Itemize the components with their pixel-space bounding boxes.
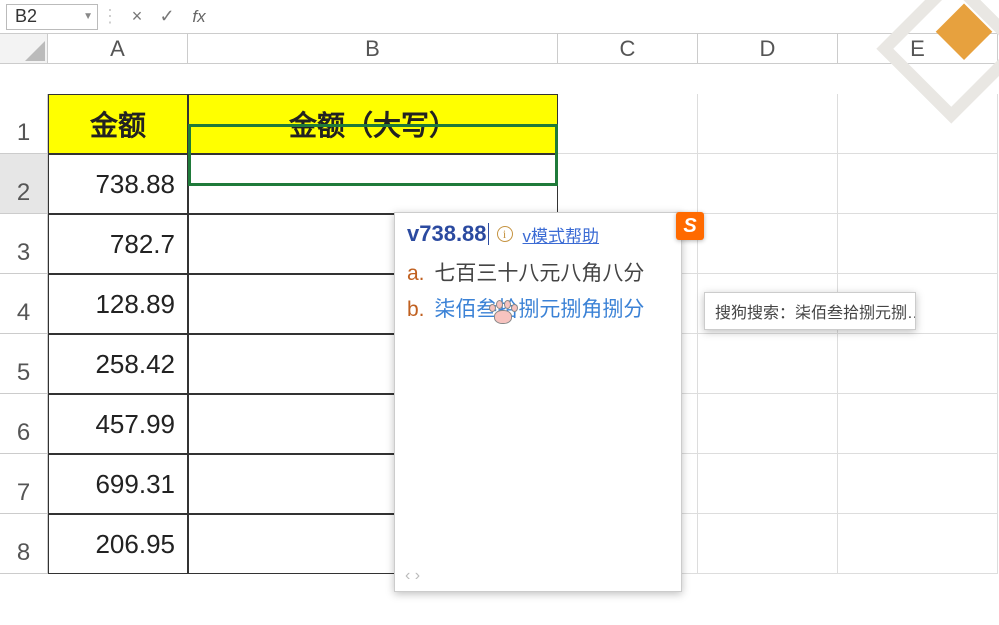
cell-B1[interactable]: 金额（大写） bbox=[188, 94, 558, 154]
name-box-dropdown-icon[interactable]: ▼ bbox=[83, 11, 93, 22]
cell-E5[interactable] bbox=[838, 334, 998, 394]
cell-E1[interactable] bbox=[838, 94, 998, 154]
formula-bar-separator: ⋮ bbox=[98, 6, 122, 27]
cell-A1[interactable]: 金额 bbox=[48, 94, 188, 154]
cell-D7[interactable] bbox=[698, 454, 838, 514]
cancel-button[interactable]: × bbox=[122, 6, 152, 27]
cell-A6[interactable]: 457.99 bbox=[48, 394, 188, 454]
cell-E6[interactable] bbox=[838, 394, 998, 454]
confirm-button[interactable]: ✓ bbox=[152, 6, 182, 27]
ime-search-hint-text: 搜狗搜索：柒佰叁拾捌元捌… bbox=[715, 305, 916, 322]
row-head-2[interactable]: 2 bbox=[0, 154, 48, 214]
cell-C1[interactable] bbox=[558, 94, 698, 154]
cell-A3[interactable]: 782.7 bbox=[48, 214, 188, 274]
ime-candidate-b[interactable]: b. 柒佰叁拾捌元捌角捌分 bbox=[407, 293, 669, 323]
col-head-A[interactable]: A bbox=[48, 34, 188, 64]
cell-D8[interactable] bbox=[698, 514, 838, 574]
cell-D3[interactable] bbox=[698, 214, 838, 274]
cell-E3[interactable] bbox=[838, 214, 998, 274]
cell-B2[interactable] bbox=[188, 154, 558, 214]
candidate-label: a. bbox=[407, 262, 425, 285]
cell-A2[interactable]: 738.88 bbox=[48, 154, 188, 214]
cell-E2[interactable] bbox=[838, 154, 998, 214]
sogou-logo-icon: S bbox=[676, 212, 704, 240]
cell-D5[interactable] bbox=[698, 334, 838, 394]
candidate-text: 柒佰叁拾捌元捌角捌分 bbox=[434, 298, 644, 321]
ime-pager[interactable]: ‹ › bbox=[405, 567, 420, 585]
col-head-E[interactable]: E bbox=[838, 34, 998, 64]
ime-typed-text: v738.88 bbox=[407, 221, 487, 247]
cell-A4[interactable]: 128.89 bbox=[48, 274, 188, 334]
cell-C2[interactable] bbox=[558, 154, 698, 214]
info-icon[interactable]: i bbox=[497, 226, 513, 242]
cell-D1[interactable] bbox=[698, 94, 838, 154]
row-head-4[interactable]: 4 bbox=[0, 274, 48, 334]
col-head-B[interactable]: B bbox=[188, 34, 558, 64]
cell-D2[interactable] bbox=[698, 154, 838, 214]
cell-A5[interactable]: 258.42 bbox=[48, 334, 188, 394]
row-head-3[interactable]: 3 bbox=[0, 214, 48, 274]
cell-E7[interactable] bbox=[838, 454, 998, 514]
select-all-corner[interactable] bbox=[0, 34, 48, 64]
col-head-C[interactable]: C bbox=[558, 34, 698, 64]
col-head-D[interactable]: D bbox=[698, 34, 838, 64]
row-head-8[interactable]: 8 bbox=[0, 514, 48, 574]
candidate-label: b. bbox=[407, 298, 425, 321]
cell-A8[interactable]: 206.95 bbox=[48, 514, 188, 574]
cell-reference: B2 bbox=[15, 6, 37, 27]
fx-icon[interactable]: fx bbox=[182, 7, 216, 27]
ime-candidate-a[interactable]: a. 七百三十八元八角八分 bbox=[407, 257, 669, 287]
paw-cursor-icon bbox=[488, 300, 518, 326]
ime-help-link[interactable]: v模式帮助 bbox=[523, 222, 600, 247]
candidate-text: 七百三十八元八角八分 bbox=[434, 262, 644, 285]
cell-D6[interactable] bbox=[698, 394, 838, 454]
cell-A7[interactable]: 699.31 bbox=[48, 454, 188, 514]
name-box[interactable]: B2 ▼ bbox=[6, 4, 98, 30]
ime-candidate-popup[interactable]: v738.88 i v模式帮助 a. 七百三十八元八角八分 b. 柒佰叁拾捌元捌… bbox=[394, 212, 682, 592]
formula-input[interactable] bbox=[216, 4, 999, 30]
row-head-6[interactable]: 6 bbox=[0, 394, 48, 454]
ime-search-hint[interactable]: 搜狗搜索：柒佰叁拾捌元捌… bbox=[704, 292, 916, 330]
ime-composition-line: v738.88 i v模式帮助 bbox=[407, 221, 669, 247]
row-head-1[interactable]: 1 bbox=[0, 94, 48, 154]
cell-E8[interactable] bbox=[838, 514, 998, 574]
row-head-5[interactable]: 5 bbox=[0, 334, 48, 394]
row-head-7[interactable]: 7 bbox=[0, 454, 48, 514]
formula-bar: B2 ▼ ⋮ × ✓ fx bbox=[0, 0, 999, 34]
